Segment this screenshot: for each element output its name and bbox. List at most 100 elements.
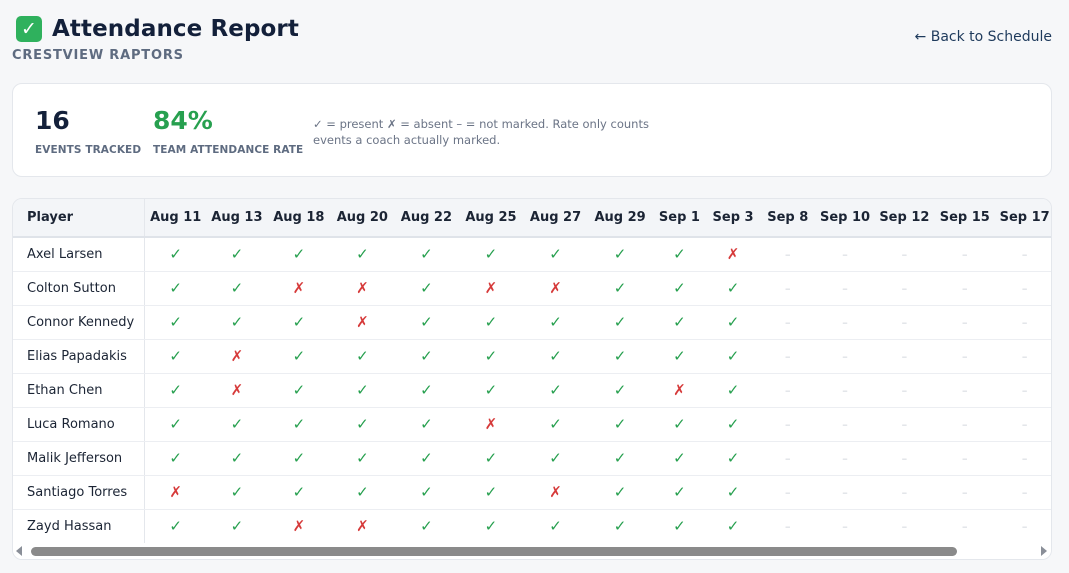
present-check-icon: ✓: [613, 279, 627, 297]
not-marked-dash: –: [962, 519, 968, 533]
absent-x-icon: ✗: [726, 245, 740, 264]
not-marked-dash: –: [962, 247, 968, 261]
present-check-icon: ✓: [230, 279, 244, 297]
attendance-cell: –: [994, 373, 1051, 408]
horizontal-scrollbar[interactable]: [13, 543, 1051, 559]
date-column-header: Sep 1: [652, 199, 707, 238]
attendance-cell: ✗: [458, 271, 524, 306]
absent-x-icon: ✗: [169, 483, 182, 501]
player-name: Ethan Chen: [13, 373, 145, 408]
scroll-right-arrow-icon[interactable]: [1041, 546, 1047, 556]
not-marked-dash: –: [1021, 519, 1028, 533]
attendance-cell: ✓: [652, 475, 707, 510]
attendance-cell: ✓: [523, 509, 588, 543]
not-marked-dash: –: [901, 417, 908, 431]
present-check-icon: ✓: [292, 483, 306, 501]
attendance-cell: ✓: [206, 475, 268, 510]
attendance-cell: ✓: [652, 271, 707, 306]
date-column-header: Aug 20: [330, 199, 395, 238]
attendance-cell: –: [815, 305, 875, 340]
present-check-icon: ✓: [484, 517, 498, 535]
attendance-cell: ✓: [330, 407, 395, 442]
attendance-cell: –: [994, 407, 1051, 442]
present-check-icon: ✓: [356, 415, 369, 433]
attendance-cell: –: [994, 475, 1051, 510]
attendance-cell: –: [994, 339, 1051, 374]
attendance-cell: ✓: [144, 339, 207, 374]
attendance-cell: ✓: [587, 237, 653, 272]
not-marked-dash: –: [842, 281, 848, 295]
present-check-icon: ✓: [613, 347, 627, 365]
not-marked-dash: –: [784, 383, 791, 397]
table-row: Connor Kennedy✓✓✓✗✓✓✓✓✓✓––––––: [13, 305, 1051, 340]
back-to-schedule-link[interactable]: ← Back to Schedule: [915, 29, 1052, 45]
attendance-cell: ✓: [706, 475, 760, 510]
attendance-cell: –: [759, 441, 816, 476]
attendance-cell: ✓: [587, 271, 653, 306]
attendance-cell: ✗: [652, 373, 707, 408]
not-marked-dash: –: [842, 485, 848, 499]
attendance-cell: –: [934, 373, 995, 408]
date-column-header: Aug 27: [523, 199, 588, 238]
present-check-icon: ✓: [230, 245, 244, 264]
attendance-cell: ✓: [587, 407, 653, 442]
attendance-cell: ✓: [394, 237, 459, 272]
attendance-cell: –: [759, 509, 816, 543]
attendance-cell: ✓: [458, 237, 524, 272]
events-tracked-value: 16: [35, 106, 70, 135]
attendance-cell: ✓: [458, 441, 524, 476]
present-check-icon: ✓: [613, 245, 627, 264]
table-header-row: Player Aug 11 Aug 13 Aug 18 Aug 20 Aug 22 Aug…: [13, 199, 1051, 238]
attendance-cell: ✓: [523, 373, 588, 408]
not-marked-dash: –: [1021, 315, 1028, 329]
scrollbar-thumb[interactable]: [31, 547, 957, 556]
not-marked-dash: –: [842, 315, 848, 329]
scroll-left-arrow-icon[interactable]: [16, 546, 22, 556]
attendance-cell: ✓: [587, 475, 653, 510]
attendance-cell: ✓: [144, 237, 207, 272]
not-marked-dash: –: [901, 315, 908, 329]
not-marked-dash: –: [842, 417, 848, 431]
attendance-cell: –: [934, 237, 995, 272]
attendance-cell: ✓: [706, 407, 760, 442]
attendance-cell: ✗: [206, 373, 268, 408]
attendance-cell: ✓: [394, 475, 459, 510]
absent-x-icon: ✗: [230, 381, 244, 399]
table-row: Zayd Hassan✓✓✗✗✓✓✓✓✓✓––––––: [13, 509, 1051, 543]
attendance-cell: ✓: [523, 237, 588, 272]
attendance-cell: ✓: [394, 441, 459, 476]
not-marked-dash: –: [784, 315, 791, 329]
attendance-cell: –: [994, 509, 1051, 543]
attendance-cell: –: [994, 441, 1051, 476]
attendance-cell: ✓: [267, 339, 331, 374]
attendance-cell: ✓: [706, 509, 760, 543]
not-marked-dash: –: [962, 315, 968, 329]
attendance-cell: ✗: [523, 271, 588, 306]
events-tracked-label: EVENTS TRACKED: [35, 144, 142, 156]
present-check-icon: ✓: [673, 279, 686, 297]
present-check-icon: ✓: [356, 245, 369, 264]
not-marked-dash: –: [962, 417, 968, 431]
present-check-icon: ✓: [356, 483, 369, 501]
attendance-cell: ✓: [144, 509, 207, 543]
attendance-table-scroll[interactable]: Player Aug 11 Aug 13 Aug 18 Aug 20 Aug 22 Aug…: [13, 199, 1051, 543]
present-check-icon: ✓: [484, 449, 498, 467]
attendance-cell: ✓: [587, 441, 653, 476]
attendance-cell: ✗: [458, 407, 524, 442]
attendance-cell: –: [759, 237, 816, 272]
present-check-icon: ✓: [549, 245, 562, 264]
attendance-cell: –: [934, 271, 995, 306]
present-check-icon: ✓: [169, 347, 182, 365]
attendance-cell: ✗: [267, 271, 331, 306]
attendance-cell: –: [815, 237, 875, 272]
present-check-icon: ✓: [292, 347, 306, 365]
date-column-header: Aug 25: [458, 199, 524, 238]
table-row: Ethan Chen✓✗✓✓✓✓✓✓✗✓––––––: [13, 373, 1051, 408]
present-check-icon: ✓: [673, 415, 686, 433]
attendance-cell: ✓: [587, 305, 653, 340]
present-check-icon: ✓: [613, 381, 627, 399]
attendance-cell: –: [874, 271, 935, 306]
present-check-icon: ✓: [169, 313, 182, 331]
not-marked-dash: –: [784, 247, 791, 261]
present-check-icon: ✓: [484, 245, 498, 264]
